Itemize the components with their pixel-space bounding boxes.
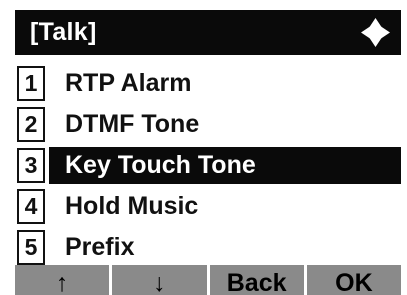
- page-title: [Talk]: [30, 18, 97, 46]
- phone-display: [Talk] 1 RTP Alarm 2 DTMF Tone 3 Key Tou…: [15, 10, 401, 295]
- menu-item-rtp-alarm[interactable]: 1 RTP Alarm: [15, 65, 401, 102]
- four-way-navigation-icon: [361, 18, 390, 47]
- softkey-back-button[interactable]: Back: [209, 265, 304, 295]
- softkey-down-button[interactable]: ↓: [112, 265, 207, 295]
- softkey-bar: ↑ ↓ Back OK: [15, 265, 401, 295]
- menu-item-label: Prefix: [65, 233, 135, 261]
- menu-item-number: 4: [17, 189, 45, 224]
- menu-item-number: 5: [17, 230, 45, 265]
- menu-list: 1 RTP Alarm 2 DTMF Tone 3 Key Touch Tone…: [15, 65, 401, 270]
- menu-item-key-touch-tone[interactable]: 3 Key Touch Tone: [15, 147, 401, 184]
- menu-item-label: RTP Alarm: [65, 69, 192, 97]
- menu-item-prefix[interactable]: 5 Prefix: [15, 229, 401, 266]
- menu-item-hold-music[interactable]: 4 Hold Music: [15, 188, 401, 225]
- menu-item-number: 2: [17, 107, 45, 142]
- softkey-ok-button[interactable]: OK: [306, 265, 401, 295]
- title-bar: [Talk]: [15, 10, 401, 55]
- menu-item-label: Hold Music: [65, 192, 199, 220]
- menu-item-number: 3: [17, 148, 45, 183]
- softkey-up-button[interactable]: ↑: [15, 265, 110, 295]
- menu-item-dtmf-tone[interactable]: 2 DTMF Tone: [15, 106, 401, 143]
- menu-item-label: DTMF Tone: [65, 110, 200, 138]
- menu-item-number: 1: [17, 66, 45, 101]
- menu-item-label: Key Touch Tone: [49, 147, 401, 184]
